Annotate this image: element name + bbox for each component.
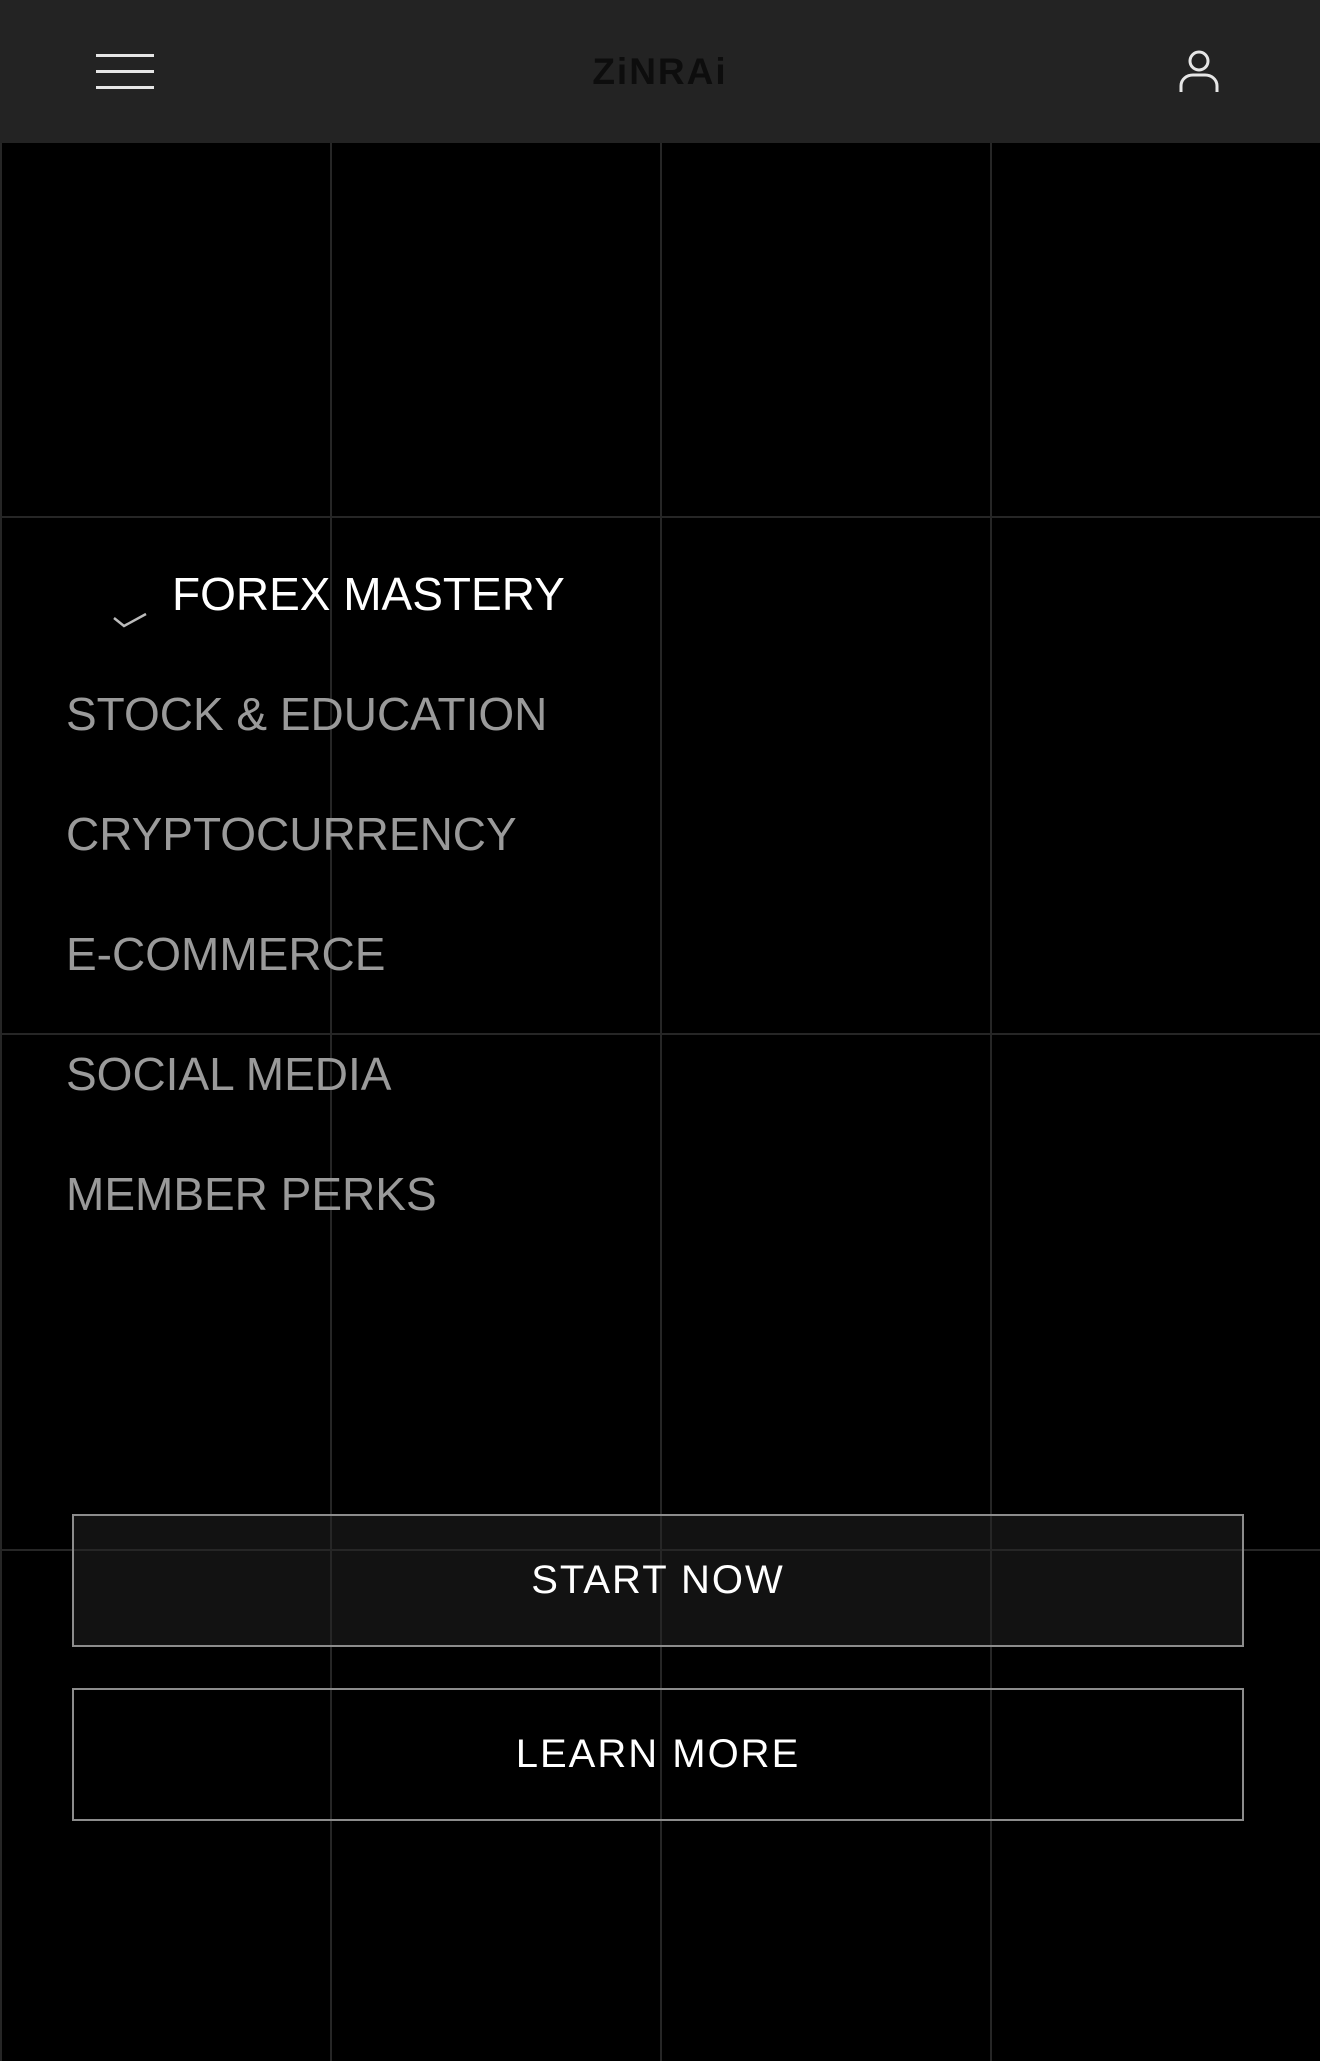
start-now-button[interactable]: START NOW	[72, 1514, 1244, 1647]
nav-item-cryptocurrency[interactable]: CRYPTOCURRENCY	[66, 804, 517, 864]
nav-item-stock-education[interactable]: STOCK & EDUCATION	[66, 684, 547, 744]
nav-item-member-perks[interactable]: MEMBER PERKS	[66, 1164, 437, 1224]
nav-item-e-commerce[interactable]: E-COMMERCE	[66, 924, 385, 984]
brand-logo[interactable]: ZiNRAi	[560, 44, 760, 100]
nav-item-forex-mastery[interactable]: FOREX MASTERY	[112, 564, 565, 628]
account-button[interactable]	[1176, 48, 1222, 96]
grid-line	[0, 143, 2, 2061]
nav-item-label: MEMBER PERKS	[66, 1168, 437, 1220]
grid-line	[0, 516, 1320, 518]
nav-item-label: STOCK & EDUCATION	[66, 688, 548, 740]
checkmark-icon	[112, 584, 150, 628]
nav-item-label: FOREX MASTERY	[172, 568, 565, 620]
menu-button[interactable]	[92, 50, 156, 92]
hamburger-menu-icon	[92, 50, 156, 92]
grid-line	[0, 1033, 1320, 1035]
nav-item-social-media[interactable]: SOCIAL MEDIA	[66, 1044, 391, 1104]
learn-more-button[interactable]: LEARN MORE	[72, 1688, 1244, 1821]
nav-item-label: CRYPTOCURRENCY	[66, 808, 517, 860]
nav-item-label: E-COMMERCE	[66, 928, 386, 980]
nav-item-label: SOCIAL MEDIA	[66, 1048, 392, 1100]
user-account-icon	[1179, 50, 1219, 92]
top-header: ZiNRAi	[0, 0, 1320, 143]
